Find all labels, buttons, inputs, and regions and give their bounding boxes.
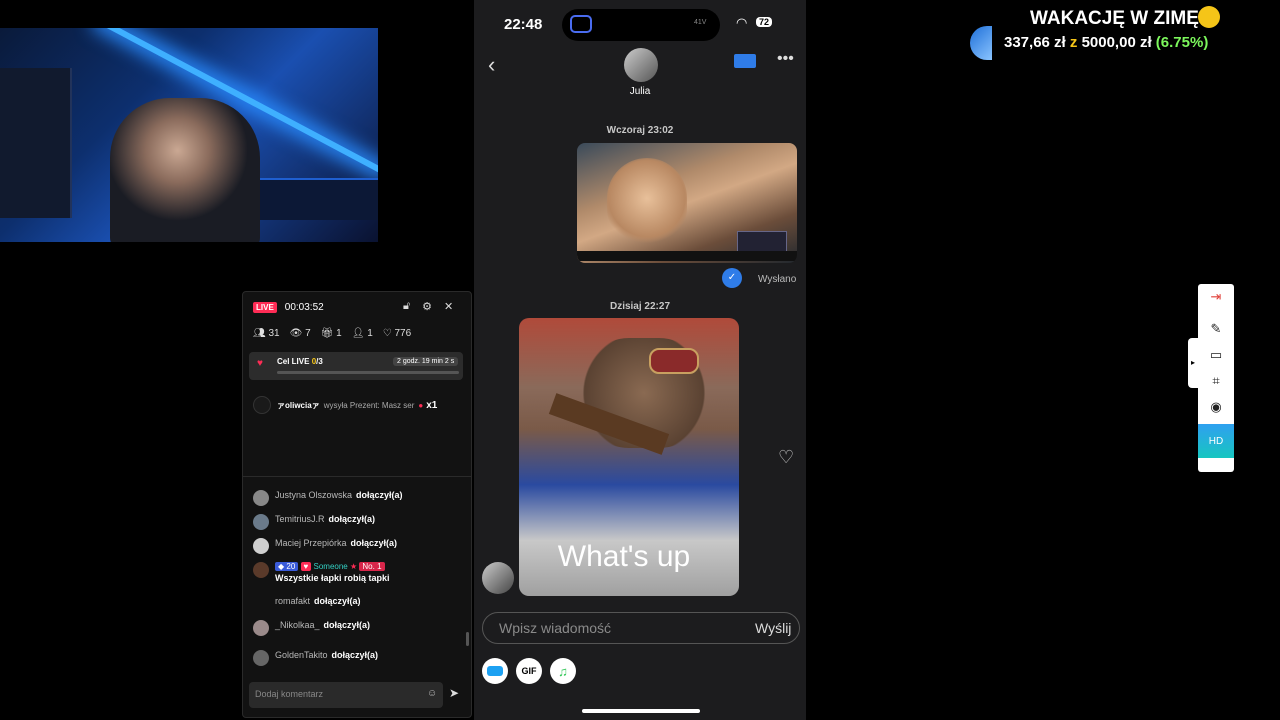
likes-stat: ♡ 776 (382, 328, 412, 339)
music-button[interactable]: ♫ (550, 658, 576, 684)
goal-progress (277, 371, 459, 374)
sunglasses-emoji (1198, 6, 1220, 28)
record-icon[interactable]: ◉ (1198, 394, 1234, 420)
goal-label: Cel LIVE 0/3 (277, 357, 323, 366)
list-item: TemitriusJ.R dołączył(a) (253, 514, 463, 538)
lock-icon[interactable]: 🔓︎ (403, 300, 410, 313)
live-badge: LIVE (253, 302, 277, 313)
battery-indicator: 72 (756, 17, 773, 27)
list-item: ◆ 20 ♥ Someone ★ No. 1 Wszystkie łapki r… (253, 562, 463, 596)
window-icon[interactable]: ▭ (1198, 342, 1234, 368)
streamer-image (110, 98, 260, 242)
gifts-stat: 🎁︎ 1 (320, 328, 342, 339)
views-stat: 👁︎ 7 (289, 328, 311, 339)
sticker-button[interactable] (482, 658, 508, 684)
gif-caption: What's up (557, 540, 691, 573)
seen-icon: ✓ (722, 268, 742, 288)
dynamic-island: 41V (562, 9, 720, 41)
back-icon[interactable]: ‹ (488, 52, 495, 78)
live-panel: LIVE 00:03:52 🔓︎ ⚙︎ ✕ 👥︎ 31 👁︎ 7 🎁︎ 1 👤︎… (242, 291, 472, 718)
wifi-icon: ◠ (736, 15, 748, 30)
level-badge: ◆ 20 (275, 562, 299, 571)
send-button[interactable]: Wyślij (755, 620, 791, 636)
date-separator: Wczoraj 23:02 (606, 125, 674, 136)
banner-title: WAKACJĘ W ZIMĘ (1030, 8, 1199, 29)
banner-progress: 337,66 zł z 5000,00 zł (6.75%) (1004, 34, 1209, 51)
more-icon[interactable]: ••• (777, 50, 794, 68)
hd-button[interactable]: HD (1198, 424, 1234, 458)
clock: 22:48 (504, 16, 543, 33)
contact-avatar[interactable] (624, 48, 658, 82)
gift-notice: ァoliwciaァ wysyła Prezent: Masz ser ● x1 (253, 396, 467, 414)
goal-indicator (970, 26, 992, 60)
exit-icon[interactable]: ⇥ (1198, 284, 1234, 310)
list-item: Justyna Olszowska dołączył(a) (253, 490, 463, 514)
comments-list: Justyna Olszowska dołączył(a) TemitriusJ.… (253, 490, 463, 674)
goal-timer: 2 godz. 19 min 2 s (393, 357, 459, 366)
screen-mirror-icon (570, 15, 592, 33)
send-icon[interactable]: ➤ (449, 686, 459, 700)
scrollbar[interactable] (466, 632, 469, 646)
settings-icon[interactable]: ⚙︎ (422, 300, 432, 313)
contact-name[interactable]: Julia (474, 86, 806, 97)
home-indicator (582, 709, 700, 713)
emoji-icon[interactable]: ☺ (427, 688, 437, 699)
gift-icon: ● (418, 400, 424, 410)
list-item: romafakt dołączył(a) (275, 596, 361, 606)
screen-toolbar: ⇥ ✎ ▭ ⌗ ◉ HD (1198, 284, 1234, 472)
list-item: GoldenTakito dołączył(a) (253, 650, 463, 674)
live-timer: 00:03:52 (284, 302, 324, 313)
message-gif[interactable]: What's up (519, 318, 739, 596)
list-item: _Nikolkaa_ dołączył(a) (253, 620, 463, 650)
status-bar: 22:48 41V ◠ 72 (474, 0, 806, 48)
goal-icon: ♥ (257, 358, 263, 369)
sender-avatar[interactable] (482, 562, 514, 594)
heart-icon[interactable]: ♡ (778, 447, 794, 468)
sent-status: Wysłano (758, 274, 797, 285)
message-image[interactable] (577, 143, 797, 263)
viewers-stat: 👥︎ 31 (253, 328, 280, 339)
donation-goal-banner: WAKACJĘ W ZIMĘ 337,66 zł z 5000,00 zł (6… (970, 6, 1270, 60)
close-icon[interactable]: ✕ (444, 300, 453, 313)
phone-screen: 22:48 41V ◠ 72 ‹ Julia ••• Wczoraj 23:02… (474, 0, 806, 720)
message-input[interactable]: Wpisz wiadomość Wyślij (482, 612, 800, 644)
video-call-icon[interactable] (734, 54, 756, 68)
gif-button[interactable]: GIF (516, 658, 542, 684)
collapse-toggle[interactable]: ▸ (1188, 338, 1198, 388)
comment-input[interactable]: Dodaj komentarz ☺ (249, 682, 443, 708)
date-separator: Dzisiaj 22:27 (609, 301, 671, 312)
webcam-feed (0, 28, 378, 242)
list-item: Maciej Przepiórka dołączył(a) (253, 538, 463, 562)
rank-badge: No. 1 (359, 562, 385, 571)
crop-icon[interactable]: ⌗ (1198, 368, 1234, 394)
live-goal[interactable]: ♥ Cel LIVE 0/3 2 godz. 19 min 2 s (249, 352, 463, 380)
follows-stat: 👤︎ 1 (351, 328, 373, 339)
pen-icon[interactable]: ✎ (1198, 316, 1234, 342)
